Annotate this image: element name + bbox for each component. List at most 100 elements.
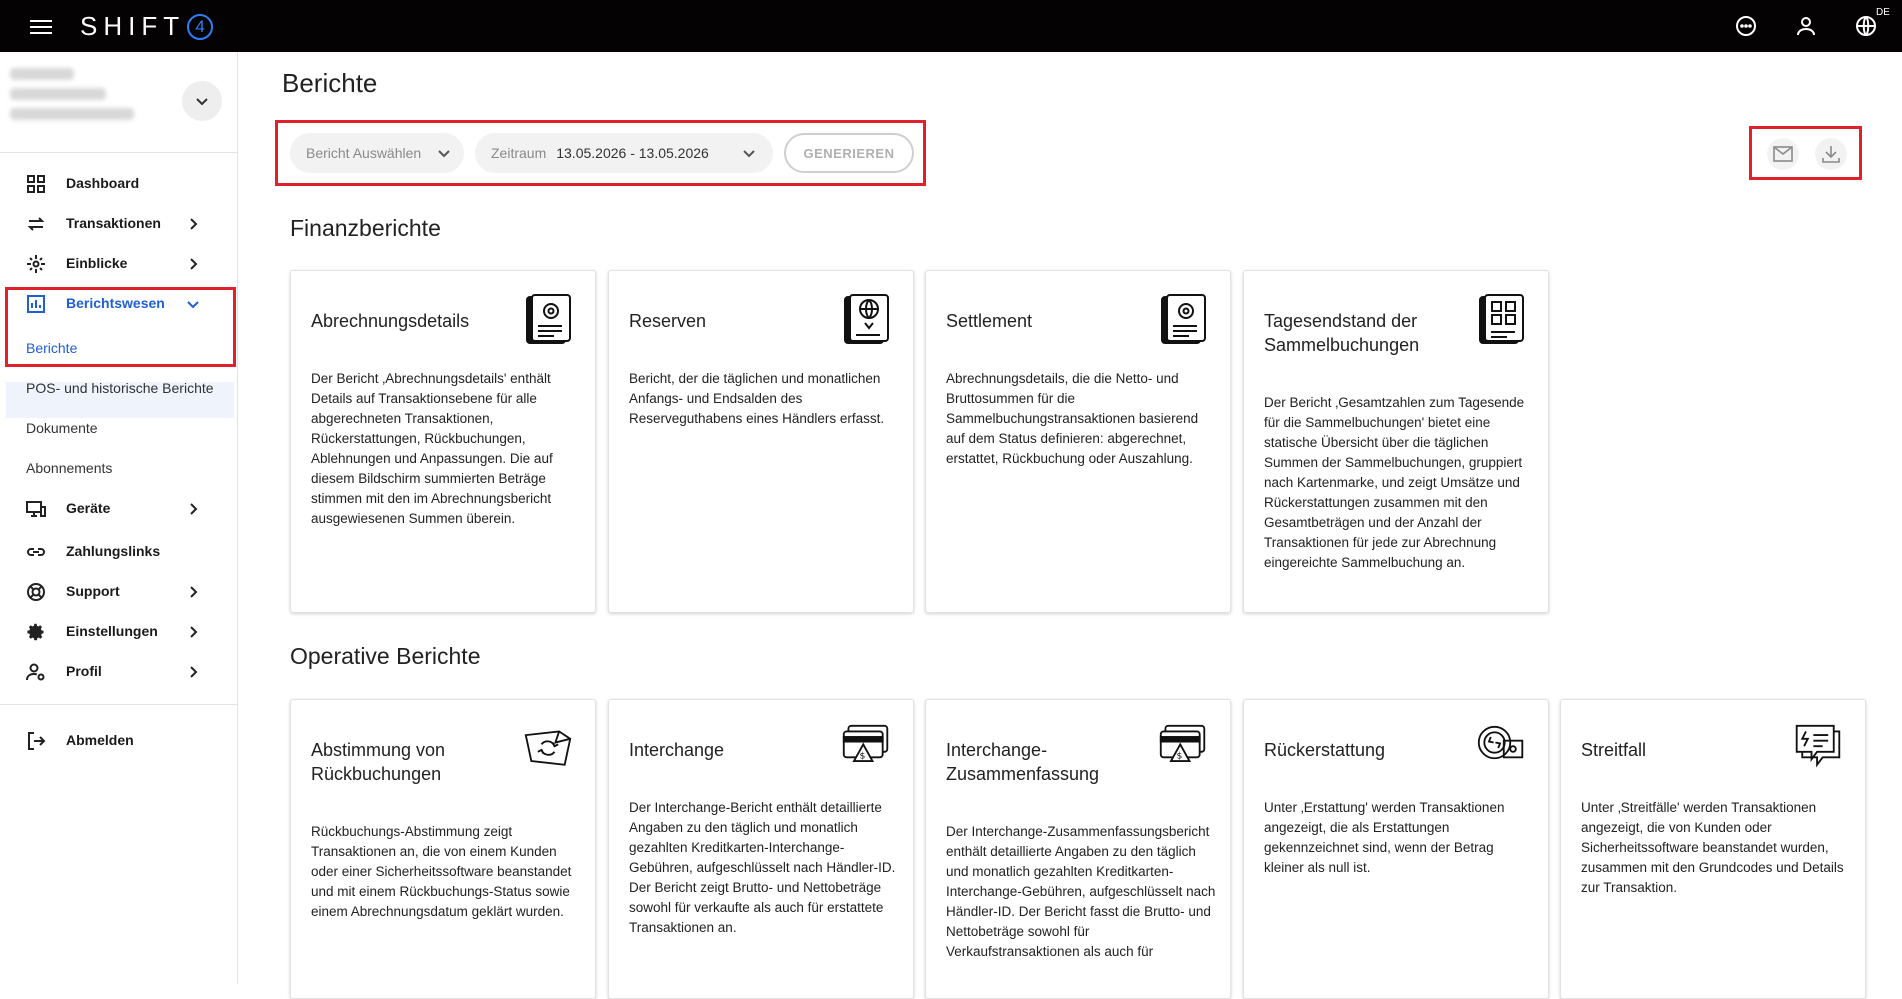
support-icon: [27, 583, 45, 601]
card-title: Tagesendstand der Sammelbuchungen: [1264, 311, 1420, 355]
chevron-down-icon: [743, 150, 755, 158]
insights-icon: [27, 255, 45, 273]
chevron-right-icon: [190, 503, 198, 515]
refresh-flag-icon: [524, 730, 572, 766]
card-title: Interchange: [629, 740, 725, 760]
sidebar-item-label: Zahlungslinks: [66, 543, 161, 559]
menu-icon[interactable]: [30, 16, 52, 36]
sidebar-item-transaktionen[interactable]: Transaktionen: [0, 204, 238, 244]
report-card[interactable]: Reserven Bericht, der die täglichen und …: [608, 270, 914, 613]
cards-dollar-icon: $: [1159, 724, 1206, 762]
arrows-icon: [27, 217, 45, 231]
sidebar-item-zahlungslinks[interactable]: Zahlungslinks: [0, 532, 238, 572]
sidebar-item-profil[interactable]: Profil: [0, 652, 238, 692]
gear-icon: [27, 623, 44, 641]
chevron-down-icon: [438, 150, 450, 158]
sidebar-item-label: Geräte: [66, 500, 111, 516]
mail-icon: [1773, 146, 1793, 162]
sidebar-subitem-abonnements[interactable]: Abonnements: [26, 460, 112, 476]
logout-button[interactable]: Abmelden: [0, 721, 238, 761]
sidebar: Dashboard Transaktionen Einblicke Berich…: [0, 52, 238, 984]
generate-button[interactable]: GENERIEREN: [784, 133, 914, 173]
user-icon[interactable]: [1794, 14, 1818, 38]
report-card[interactable]: Abstimmung von Rückbuchungen Rückbuchung…: [290, 699, 596, 999]
report-card[interactable]: Tagesendstand der Sammelbuchungen Der Be…: [1243, 270, 1549, 613]
card-title: Reserven: [629, 311, 707, 331]
divider: [0, 152, 238, 153]
logo-badge: 4: [187, 13, 214, 40]
report-card[interactable]: Interchange-Zusammenfassung $ Der Interc…: [925, 699, 1231, 999]
chat-icon[interactable]: [1734, 14, 1758, 38]
chevron-down-icon: [196, 98, 208, 106]
card-title: Settlement: [946, 311, 1033, 331]
sidebar-item-einstellungen[interactable]: Einstellungen: [0, 612, 238, 652]
chevron-right-icon: [190, 258, 198, 270]
account-toggle-button[interactable]: [182, 81, 222, 121]
profile-settings-icon: [26, 663, 45, 681]
card-description: Bericht, der die täglichen und monatlich…: [629, 371, 885, 426]
card-description: Unter ‚Streitfälle' werden Transaktionen…: [1581, 800, 1844, 895]
logo-text: SHIFT: [80, 11, 186, 41]
sidebar-subitem-dokumente[interactable]: Dokumente: [26, 420, 98, 436]
svg-text:$: $: [860, 750, 866, 761]
email-button[interactable]: [1767, 138, 1799, 170]
link-icon: [27, 548, 45, 556]
logout-label: Abmelden: [66, 732, 134, 748]
card-description: Unter ‚Erstattung' werden Transaktionen …: [1264, 800, 1505, 875]
chevron-right-icon: [190, 218, 198, 230]
logout-icon: [28, 732, 46, 750]
card-description: Abrechnungsdetails, die die Netto- und B…: [946, 371, 1199, 466]
chevron-right-icon: [190, 586, 198, 598]
card-title: Abrechnungsdetails: [311, 311, 470, 331]
svg-text:$: $: [1177, 750, 1183, 761]
card-title: Abstimmung von Rückbuchungen: [311, 740, 446, 784]
report-card[interactable]: Interchange $ Der Interchange-Bericht en…: [608, 699, 914, 999]
sidebar-item-label: Einstellungen: [66, 623, 158, 639]
globe-dollar-document-icon: [844, 294, 889, 344]
sidebar-item-label: Profil: [66, 663, 102, 679]
settings-document-icon: [526, 294, 571, 344]
sidebar-item-label: Transaktionen: [66, 215, 161, 231]
report-card[interactable]: Settlement Abrechnungsdetails, die die N…: [925, 270, 1231, 613]
settings-document-icon: [1161, 294, 1206, 344]
section-title-operative-berichte: Operative Berichte: [290, 643, 481, 669]
download-button[interactable]: [1815, 138, 1847, 170]
sidebar-item-einblicke[interactable]: Einblicke: [0, 244, 238, 284]
report-card[interactable]: Abrechnungsdetails Der Bericht ‚Abrechnu…: [290, 270, 596, 613]
cards-dollar-icon: $: [842, 724, 889, 762]
card-description: Der Interchange-Zusammenfassungsbericht …: [946, 824, 1216, 959]
sidebar-item-label: Support: [66, 583, 120, 599]
card-title: Interchange-Zusammenfassung: [946, 740, 1100, 784]
sidebar-subitem-pos-berichte[interactable]: POS- und historische Berichte: [26, 380, 214, 396]
section-title-finanzberichte: Finanzberichte: [290, 215, 441, 241]
highlight-box: [5, 287, 236, 367]
report-card[interactable]: Streitfall Unter ‚Streitfälle' werden Tr…: [1560, 699, 1866, 999]
sidebar-item-support[interactable]: Support: [0, 572, 238, 612]
report-select[interactable]: Bericht Auswählen: [290, 133, 464, 173]
logo[interactable]: SHIFT 4: [80, 11, 214, 42]
download-icon: [1822, 146, 1840, 163]
devices-icon: [26, 501, 46, 517]
date-range-label: Zeitraum: [491, 145, 547, 161]
report-card[interactable]: Rückerstattung Unter ‚Erstattung' werden…: [1243, 699, 1549, 999]
date-range-select[interactable]: Zeitraum 13.05.2026 - 13.05.2026: [475, 133, 773, 173]
globe-icon[interactable]: [1854, 14, 1878, 38]
card-title: Streitfall: [1581, 740, 1647, 760]
coin-refund-icon: [1477, 725, 1524, 760]
report-select-label: Bericht Auswählen: [306, 145, 422, 161]
grid-document-icon: [1479, 294, 1524, 344]
sidebar-item-label: Dashboard: [66, 175, 140, 191]
chevron-right-icon: [190, 626, 198, 638]
chevron-right-icon: [190, 666, 198, 678]
top-bar: SHIFT 4 DE: [0, 0, 1902, 52]
card-description: Der Interchange-Bericht enthält detailli…: [629, 800, 896, 935]
sidebar-item-geraete[interactable]: Geräte: [0, 489, 238, 529]
divider: [0, 704, 238, 705]
language-badge: DE: [1876, 7, 1890, 18]
card-title: Rückerstattung: [1264, 740, 1386, 760]
sidebar-item-dashboard[interactable]: Dashboard: [0, 164, 238, 204]
card-description: Der Bericht ‚Gesamtzahlen zum Tagesende …: [1264, 395, 1525, 570]
account-info: [10, 68, 170, 130]
card-description: Rückbuchungs-Abstimmung zeigt Transaktio…: [311, 824, 572, 919]
date-range-value: 13.05.2026 - 13.05.2026: [556, 145, 709, 161]
